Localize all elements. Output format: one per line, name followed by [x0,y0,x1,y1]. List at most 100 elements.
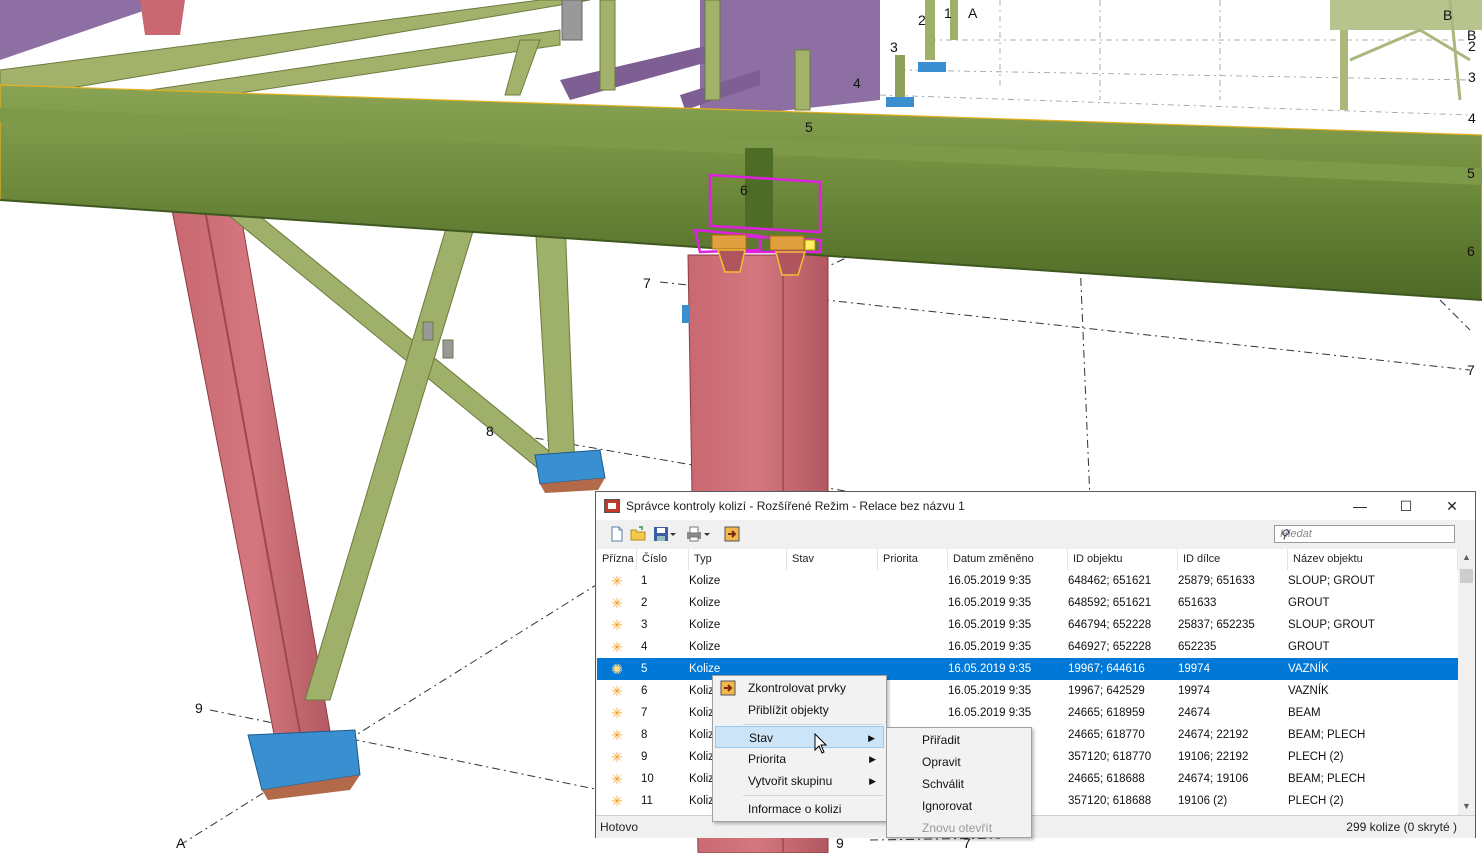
scroll-up-icon[interactable]: ▲ [1458,549,1475,566]
table-row[interactable]: ✳ 2 Kolize 16.05.2019 9:35 648592; 65162… [597,592,1458,614]
grid-label: 4 [1468,110,1476,126]
cell-object-name: VAZNÍK [1288,685,1329,697]
submenu-item-approve[interactable]: Schválit [889,773,1029,795]
scroll-down-icon[interactable]: ▼ [1458,798,1475,815]
column-header[interactable]: Stav [787,549,878,570]
cell-part-id: 24674 [1178,707,1210,719]
grid-label: 9 [195,700,203,716]
clash-flag-icon: ✳ [611,793,623,809]
cell-object-name: PLECH (2) [1288,751,1344,763]
print-dropdown-icon[interactable] [703,526,711,542]
column-header[interactable]: Název objektu [1288,549,1458,570]
menu-item-check-objects[interactable]: Zkontrolovat prvky [715,677,884,699]
cell-date: 16.05.2019 9:35 [948,663,1032,675]
cell-object-name: SLOUP; GROUT [1288,619,1375,631]
cell-object-id: 24665; 618688 [1068,773,1145,785]
clash-flag-icon: ✳ [611,705,623,721]
menu-item-label: Znovu otevřít [922,821,993,835]
menu-separator [743,724,883,725]
table-row[interactable]: ✳ 3 Kolize 16.05.2019 9:35 646794; 65222… [597,614,1458,636]
title-bar[interactable]: Správce kontroly kolizí - Rozšířené Reži… [596,492,1475,520]
print-icon[interactable] [686,526,702,542]
table-row[interactable]: ✳ 1 Kolize 16.05.2019 9:35 648462; 65162… [597,570,1458,592]
cell-object-name: BEAM; PLECH [1288,729,1366,741]
cell-number: 4 [641,641,648,653]
grid-label: 3 [890,39,898,55]
menu-item-label: Přiblížit objekty [748,703,829,717]
column-header[interactable]: Priorita [878,549,948,570]
app-icon [604,499,620,513]
cell-part-id: 19974 [1178,663,1210,675]
grid-label: B [1443,7,1452,23]
menu-separator [743,795,883,796]
cell-number: 11 [641,795,653,807]
menu-item-status[interactable]: Stav ▶ [715,726,884,748]
column-header[interactable]: Přízna [597,549,637,570]
new-file-icon[interactable] [609,526,625,542]
maximize-button[interactable]: ☐ [1383,492,1429,520]
cell-object-id: 19967; 642529 [1068,685,1145,697]
column-header[interactable]: Datum změněno [948,549,1068,570]
cell-object-id: 357120; 618770 [1068,751,1152,763]
menu-item-clash-info[interactable]: Informace o kolizi [715,798,884,820]
close-button[interactable]: ✕ [1429,492,1475,520]
grid-label: A [176,835,186,851]
cell-part-id: 19106; 22192 [1178,751,1249,763]
cell-object-name: GROUT [1288,597,1330,609]
status-submenu: Přiřadit Opravit Schválit Ignorovat Znov… [886,727,1032,838]
context-menu: Zkontrolovat prvky Přiblížit objekty Sta… [712,675,887,822]
cell-part-id: 24674; 22192 [1178,729,1249,741]
menu-item-label: Opravit [922,755,961,769]
cell-object-name: GROUT [1288,641,1330,653]
cell-part-id: 651633 [1178,597,1217,609]
status-text: Hotovo [600,820,639,834]
column-header[interactable]: ID dílce [1178,549,1288,570]
search-box[interactable]: Hledat ⚲ [1274,525,1455,543]
column-header[interactable]: ID objektu [1068,549,1178,570]
submenu-item-fix[interactable]: Opravit [889,751,1029,773]
check-objects-icon[interactable] [724,526,740,542]
search-icon[interactable]: ⚲ [1280,527,1451,541]
menu-item-zoom-objects[interactable]: Přiblížit objekty [715,699,884,721]
mouse-cursor-icon [814,733,828,754]
cell-type: Kolize [689,619,721,631]
grid-label: 4 [853,75,861,91]
cell-number: 1 [641,575,648,587]
menu-item-create-group[interactable]: Vytvořit skupinu ▶ [715,770,884,792]
grid-label: A [968,5,978,21]
submenu-arrow-icon: ▶ [869,754,876,764]
cell-part-id: 652235 [1178,641,1217,653]
column-header[interactable]: Typ [689,549,787,570]
column-header[interactable]: Číslo [637,549,689,570]
cell-number: 8 [641,729,648,741]
menu-item-label: Vytvořit skupinu [748,774,833,788]
save-dropdown-icon[interactable] [669,526,677,542]
cell-part-id: 25879; 651633 [1178,575,1255,587]
cell-object-id: 646794; 652228 [1068,619,1152,631]
cell-object-name: SLOUP; GROUT [1288,575,1375,587]
cell-type: Kolize [689,641,721,653]
submenu-item-ignore[interactable]: Ignorovat [889,795,1029,817]
open-folder-icon[interactable] [630,526,646,542]
grid-label: 3 [1468,69,1476,85]
submenu-item-assign[interactable]: Přiřadit [889,729,1029,751]
cell-type: Kolize [689,575,721,587]
grid-label: 7 [1467,362,1475,378]
cell-number: 6 [641,685,648,697]
cell-object-id: 19967; 644616 [1068,663,1145,675]
cell-date: 16.05.2019 9:35 [948,619,1032,631]
cell-part-id: 19106 (2) [1178,795,1228,807]
minimize-button[interactable]: — [1337,492,1383,520]
save-icon[interactable] [653,526,669,542]
menu-item-label: Ignorovat [922,799,973,813]
menu-item-priority[interactable]: Priorita ▶ [715,748,884,770]
cell-number: 5 [641,663,648,675]
cell-number: 10 [641,773,654,785]
vertical-scrollbar[interactable]: ▲ ▼ [1458,549,1475,815]
scroll-thumb[interactable] [1460,569,1473,583]
clash-flag-icon: ✳ [611,727,623,743]
table-row[interactable]: ✳ 4 Kolize 16.05.2019 9:35 646927; 65222… [597,636,1458,658]
clash-flag-icon: ✳ [611,595,623,611]
cell-date: 16.05.2019 9:35 [948,575,1032,587]
grid-label: 5 [1467,165,1475,181]
